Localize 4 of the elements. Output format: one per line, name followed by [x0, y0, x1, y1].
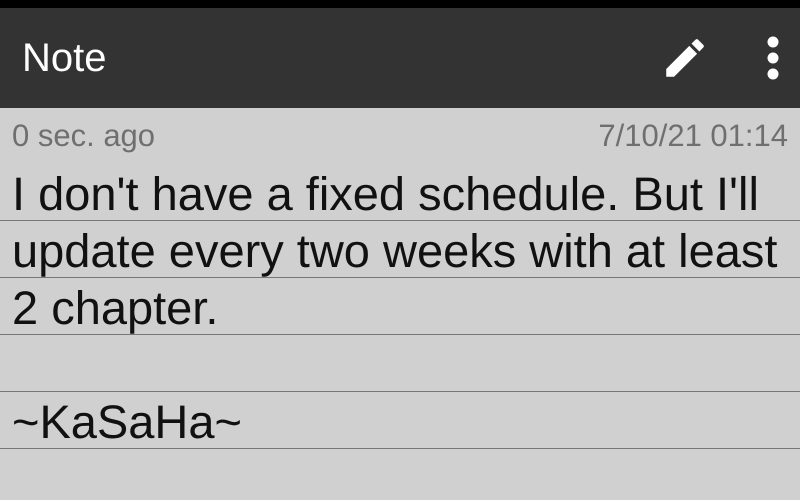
app-title: Note: [22, 35, 108, 82]
menu-icon: [766, 36, 780, 80]
timestamp: 7/10/21 01:14: [598, 117, 788, 156]
elapsed-time: 0 sec. ago: [12, 117, 156, 156]
